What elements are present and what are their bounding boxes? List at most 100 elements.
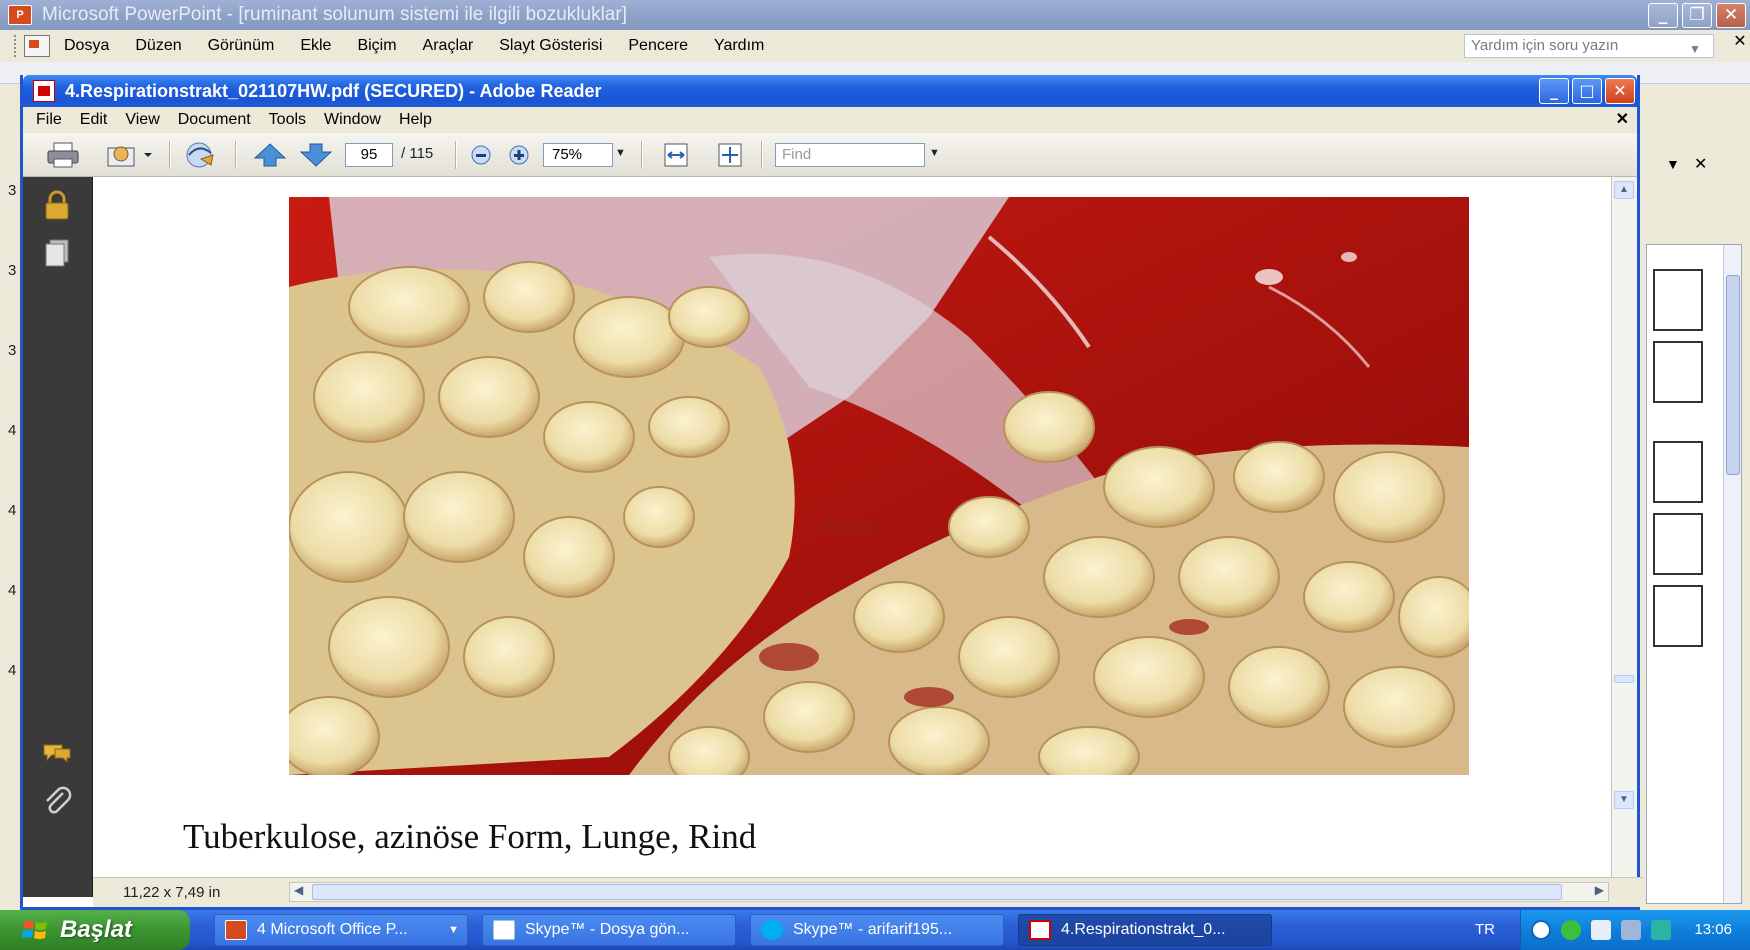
close-document-icon[interactable]: ✕ — [1730, 30, 1750, 54]
start-button[interactable]: Başlat — [0, 910, 190, 950]
menu-ekle[interactable]: Ekle — [300, 37, 331, 55]
toolbar-separator — [169, 141, 171, 169]
taskbar-item-label: Skype™ - Dosya gön... — [525, 921, 690, 938]
slide-thumbnail[interactable] — [1653, 269, 1703, 331]
menu-araclar[interactable]: Araçlar — [423, 37, 474, 55]
reader-maximize-button[interactable]: □ — [1572, 78, 1602, 104]
email-icon — [107, 146, 152, 167]
menu-dosya[interactable]: Dosya — [64, 37, 109, 55]
find-placeholder: Find — [782, 146, 812, 163]
pane-scrollbar[interactable] — [1723, 245, 1741, 903]
network-icon[interactable] — [1561, 920, 1581, 940]
lock-icon[interactable] — [41, 189, 73, 221]
menu-help[interactable]: Help — [399, 111, 432, 129]
attachment-paperclip-icon[interactable] — [41, 785, 73, 817]
zoom-out-button[interactable] — [467, 141, 495, 169]
horizontal-scrollbar[interactable]: ◀ ▶ — [289, 882, 1609, 902]
chevron-down-icon: ▼ — [448, 924, 459, 936]
menu-file[interactable]: File — [36, 111, 62, 129]
slide-thumbnail[interactable] — [1653, 585, 1703, 647]
monitor-icon[interactable] — [1621, 920, 1641, 940]
powerpoint-titlebar: P Microsoft PowerPoint - [ruminant solun… — [0, 0, 1750, 30]
chevron-down-icon[interactable]: ▼ — [1689, 38, 1705, 60]
reader-titlebar: 4.Respirationstrakt_021107HW.pdf (SECURE… — [23, 75, 1637, 107]
comments-icon[interactable] — [41, 737, 73, 769]
language-indicator[interactable]: TR — [1475, 921, 1495, 938]
menu-edit[interactable]: Edit — [80, 111, 108, 129]
menu-gorunum[interactable]: Görünüm — [208, 37, 275, 55]
close-pane-icon[interactable]: ✕ — [1694, 154, 1707, 174]
chevron-down-icon[interactable]: ▼ — [929, 147, 940, 159]
taskbar-item-skype[interactable]: Skype™ - arifarif195... — [750, 914, 1004, 946]
powerpoint-app-icon[interactable]: P — [8, 5, 32, 25]
menu-window[interactable]: Window — [324, 111, 381, 129]
pathology-photo — [289, 197, 1469, 775]
clock[interactable]: 13:06 — [1694, 921, 1732, 938]
presentation-doc-icon[interactable] — [24, 35, 50, 57]
slide-thumbnail[interactable] — [1653, 513, 1703, 575]
ruler-label: 3 — [8, 262, 17, 279]
reader-menubar: File Edit View Document Tools Window Hel… — [23, 107, 1637, 133]
menu-view[interactable]: View — [125, 111, 159, 129]
chevron-down-icon[interactable]: ▼ — [615, 147, 626, 159]
slide-thumbnails-list[interactable] — [1646, 244, 1742, 904]
toolbar-separator — [641, 141, 643, 169]
ruler-label: 4 — [8, 662, 17, 679]
scroll-left-button[interactable]: ◀ — [294, 883, 303, 897]
reader-close-button[interactable]: ✕ — [1605, 78, 1635, 104]
menubar-grip[interactable] — [14, 35, 18, 57]
print-button[interactable] — [43, 141, 83, 169]
menu-slayt-gosterisi[interactable]: Slayt Gösterisi — [499, 37, 602, 55]
slide-thumbnail[interactable] — [1653, 341, 1703, 403]
menu-bicim[interactable]: Biçim — [357, 37, 396, 55]
zoom-level-select[interactable]: 75% — [543, 143, 613, 167]
email-button[interactable] — [99, 141, 159, 169]
pdf-page-viewport[interactable]: Tuberkulose, azinöse Form, Lunge, Rind — [93, 177, 1617, 877]
reader-minimize-button[interactable]: _ — [1539, 78, 1569, 104]
printer-icon — [47, 142, 79, 168]
taskbar-item-skype-file[interactable]: Skype™ - Dosya gön... — [482, 914, 736, 946]
page-number-input[interactable]: 95 — [345, 143, 393, 167]
menu-yardim[interactable]: Yardım — [714, 37, 764, 55]
reader-window-title: 4.Respirationstrakt_021107HW.pdf (SECURE… — [65, 80, 602, 101]
scroll-up-button[interactable]: ▲ — [1614, 181, 1634, 199]
chevron-down-icon[interactable]: ▼ — [1666, 156, 1680, 172]
zoom-in-button[interactable] — [505, 141, 533, 169]
fit-width-button[interactable] — [659, 141, 693, 169]
slide-thumbnail[interactable] — [1653, 441, 1703, 503]
taskbar-item-label: Skype™ - arifarif195... — [793, 921, 953, 938]
tray-expand-icon[interactable] — [1531, 920, 1551, 940]
close-document-icon[interactable]: ✕ — [1616, 109, 1629, 129]
menu-tools[interactable]: Tools — [269, 111, 306, 129]
pane-scroll-thumb[interactable] — [1726, 275, 1740, 475]
powerpoint-menubar: Dosya Düzen Görünüm Ekle Biçim Araçlar S… — [0, 30, 1750, 62]
powerpoint-window-controls: _ ❐ ✕ — [1648, 3, 1746, 28]
next-page-button[interactable] — [297, 141, 335, 169]
ruler-label: 4 — [8, 422, 17, 439]
windows-logo-icon — [22, 921, 47, 939]
find-input[interactable]: Find — [775, 143, 925, 167]
powerpoint-close-button[interactable]: ✕ — [1716, 3, 1746, 28]
taskbar-item-adobe-reader[interactable]: 4.Respirationstrakt_0... — [1018, 914, 1272, 946]
powerpoint-restore-button[interactable]: ❐ — [1682, 3, 1712, 28]
menu-duzen[interactable]: Düzen — [135, 37, 181, 55]
app-tray-icon[interactable] — [1651, 920, 1671, 940]
taskbar-item-powerpoint[interactable]: 4 Microsoft Office P... ▼ — [214, 914, 468, 946]
menu-pencere[interactable]: Pencere — [628, 37, 688, 55]
previous-page-button[interactable] — [251, 141, 289, 169]
help-search-input[interactable]: Yardım için soru yazın ▼ — [1464, 34, 1714, 58]
scroll-down-button[interactable]: ▼ — [1614, 791, 1634, 809]
star-icon[interactable] — [1591, 920, 1611, 940]
adobe-reader-icon[interactable] — [33, 80, 55, 102]
horizontal-scroll-thumb[interactable] — [312, 884, 1562, 900]
scroll-thumb[interactable] — [1614, 675, 1634, 683]
menu-document[interactable]: Document — [178, 111, 251, 129]
vertical-scrollbar[interactable]: ▲ ▼ — [1611, 177, 1637, 877]
collaborate-button[interactable] — [179, 141, 223, 169]
fit-page-button[interactable] — [713, 141, 747, 169]
adobe-reader-icon — [1029, 920, 1051, 940]
pages-icon[interactable] — [41, 237, 73, 269]
scroll-right-button[interactable]: ▶ — [1595, 883, 1604, 897]
fit-width-icon — [664, 143, 688, 167]
powerpoint-minimize-button[interactable]: _ — [1648, 3, 1678, 28]
